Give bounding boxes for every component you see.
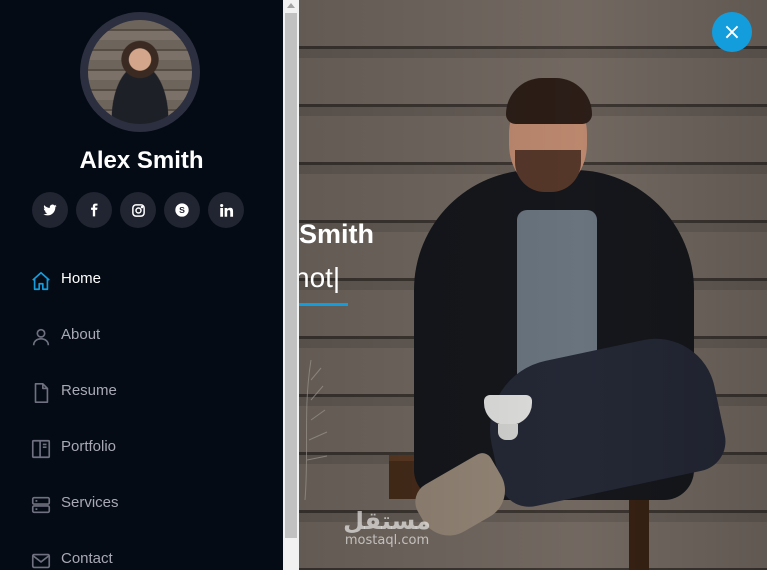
nav-label: Resume [61, 382, 117, 399]
nav-menu: Home About Resume Portfolio Services Con… [30, 254, 119, 570]
server-icon [30, 494, 52, 516]
nav-item-resume[interactable]: Resume [30, 366, 119, 422]
vertical-scrollbar[interactable] [283, 0, 299, 570]
nav-label: About [61, 326, 101, 343]
scroll-up-arrow[interactable] [287, 3, 295, 8]
hero-title: Smith [299, 219, 375, 249]
book-icon [30, 438, 52, 460]
nav-item-contact[interactable]: Contact [30, 534, 119, 570]
person-jacket [414, 170, 694, 500]
nav-item-services[interactable]: Services [30, 478, 119, 534]
person-hair [506, 78, 592, 124]
watermark-latin: mostaql.com [344, 533, 430, 548]
hero-section: Smith hot| مستقل mostaql.com × [299, 0, 767, 570]
nav-label: Services [61, 494, 119, 511]
bench [389, 455, 649, 499]
profile-name: Alex Smith [79, 147, 204, 174]
typed-underline [299, 303, 348, 306]
close-button[interactable]: × [712, 12, 752, 52]
home-icon [30, 270, 52, 292]
svg-text:S: S [179, 205, 185, 215]
plant-decoration [304, 359, 328, 500]
avatar [88, 20, 192, 124]
linkedin-icon[interactable] [208, 192, 244, 228]
person-legs [476, 327, 732, 513]
watermark-arabic: مستقل [343, 507, 431, 535]
nav-label: Portfolio [61, 438, 117, 455]
social-links: S [32, 192, 244, 228]
skype-icon[interactable]: S [164, 192, 200, 228]
sidebar: Alex Smith S Home About Resume Portfolio… [0, 0, 283, 570]
instagram-icon[interactable] [120, 192, 156, 228]
close-icon: × [722, 19, 742, 45]
twitter-icon[interactable] [32, 192, 68, 228]
nav-label: Contact [61, 550, 113, 567]
watermark: مستقل mostaql.com [337, 508, 437, 548]
bench-leg [629, 495, 649, 570]
nav-item-about[interactable]: About [30, 310, 119, 366]
hero-typed-text: hot| [299, 262, 341, 293]
envelope-icon [30, 550, 52, 570]
avatar-frame [80, 12, 200, 132]
coffee-cup [484, 395, 532, 425]
file-icon [30, 382, 52, 404]
person-shirt [517, 210, 597, 390]
nav-item-portfolio[interactable]: Portfolio [30, 422, 119, 478]
scroll-thumb[interactable] [285, 13, 297, 538]
person-beard [515, 150, 581, 192]
person-icon [30, 326, 52, 348]
coffee-cup-base [498, 424, 518, 440]
person-face [509, 90, 587, 190]
nav-label: Home [61, 270, 102, 287]
nav-item-home[interactable]: Home [30, 254, 119, 310]
facebook-icon[interactable] [76, 192, 112, 228]
